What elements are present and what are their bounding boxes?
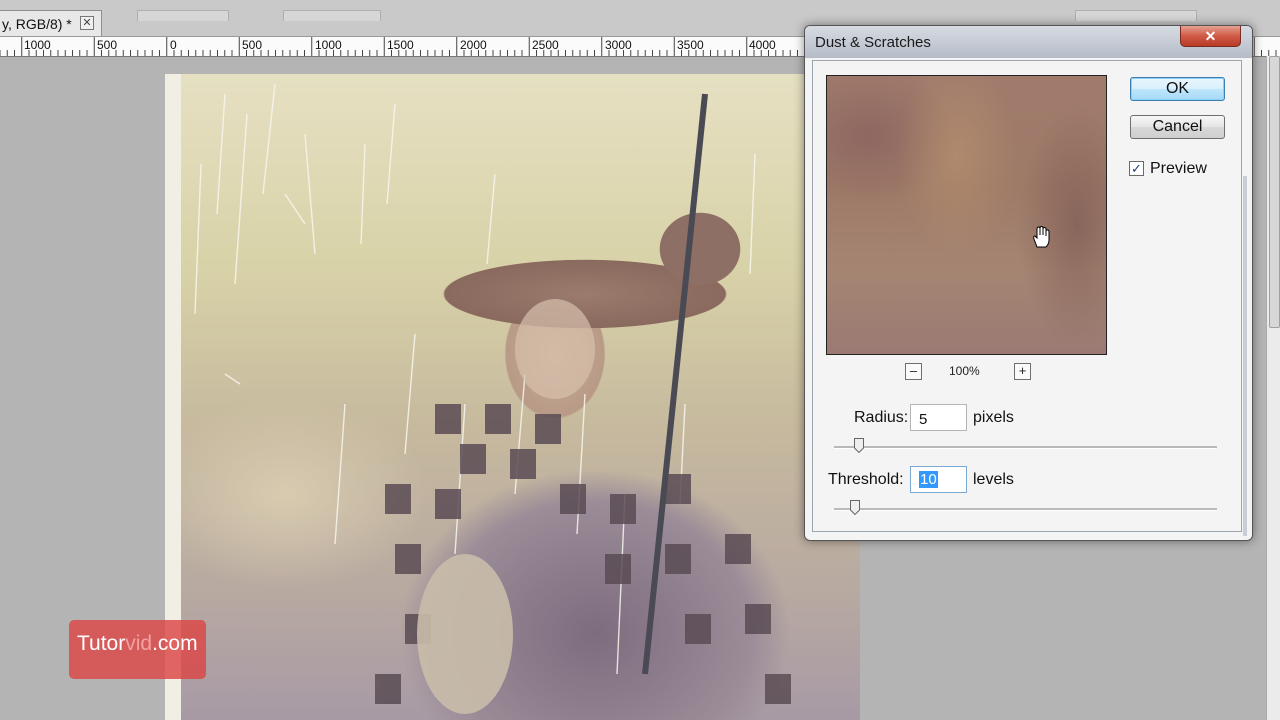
preview-label: Preview <box>1150 160 1207 177</box>
dialog-close-button[interactable]: ✕ <box>1180 26 1241 47</box>
checkmark-icon: ✓ <box>1131 161 1142 176</box>
hand-cursor-icon <box>1033 226 1050 248</box>
radius-unit: pixels <box>973 409 1014 426</box>
ruler-label: 2500 <box>532 38 559 52</box>
radius-input[interactable] <box>910 404 967 431</box>
threshold-slider-thumb[interactable] <box>850 500 860 515</box>
document-tab-4[interactable] <box>1075 10 1197 21</box>
threshold-label: Threshold: <box>828 471 904 488</box>
ruler-label: 1000 <box>24 38 51 52</box>
scratch-overlay <box>194 83 791 714</box>
ruler-label: 1500 <box>387 38 414 52</box>
zoom-out-button[interactable]: – <box>905 363 922 380</box>
zoom-level: 100% <box>949 364 980 378</box>
photo-canvas[interactable] <box>165 74 860 720</box>
document-tab[interactable]: y, RGB/8) * ✕ <box>0 10 102 36</box>
threshold-unit: levels <box>973 471 1014 488</box>
dialog-titlebar[interactable]: Dust & Scratches ✕ <box>805 26 1252 58</box>
ruler-label: 500 <box>97 38 117 52</box>
ruler-label: 500 <box>242 38 262 52</box>
cancel-button[interactable]: Cancel <box>1130 115 1225 139</box>
close-tab-icon[interactable]: ✕ <box>80 16 94 30</box>
ruler-label: 1000 <box>315 38 342 52</box>
ruler-label: 0 <box>170 38 177 52</box>
dialog-edge <box>1243 176 1247 536</box>
radius-slider-track[interactable] <box>834 446 1217 449</box>
document-tab-3[interactable] <box>283 10 381 21</box>
document-tab-2[interactable] <box>137 10 229 21</box>
vertical-scrollbar[interactable] <box>1266 56 1280 720</box>
radius-label: Radius: <box>854 409 909 426</box>
filter-preview-pane[interactable] <box>826 75 1107 355</box>
watermark-text: Tutorvid.com <box>77 632 198 655</box>
ruler-label: 4000 <box>749 38 776 52</box>
threshold-slider-track[interactable] <box>834 508 1217 511</box>
watermark-logo: Tutorvid.com <box>69 620 206 679</box>
radius-slider-thumb[interactable] <box>854 438 864 453</box>
ruler-label: 2000 <box>460 38 487 52</box>
preview-checkbox[interactable]: ✓ <box>1129 161 1144 176</box>
dialog-title: Dust & Scratches <box>815 34 931 51</box>
threshold-value: 10 <box>919 471 938 488</box>
zoom-in-button[interactable]: + <box>1014 363 1031 380</box>
ok-button[interactable]: OK <box>1130 77 1225 101</box>
document-tab-title: y, RGB/8) * <box>2 16 72 32</box>
threshold-input[interactable]: 10 <box>910 466 967 493</box>
ruler-label: 3000 <box>605 38 632 52</box>
scrollbar-thumb[interactable] <box>1269 56 1280 328</box>
ruler-label: 3500 <box>677 38 704 52</box>
